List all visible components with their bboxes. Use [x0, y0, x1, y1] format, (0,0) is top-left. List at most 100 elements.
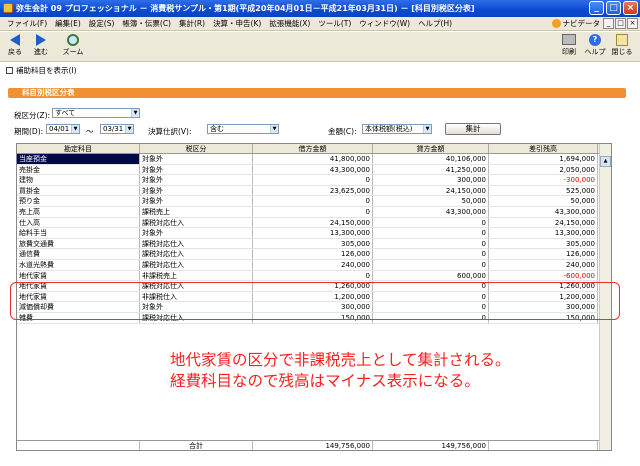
- table-row[interactable]: 旅費交通費 課税対応仕入 305,000 0 305,000: [17, 238, 611, 250]
- chevron-down-icon: ▼: [423, 125, 431, 133]
- col-debit[interactable]: 借方金額: [253, 144, 373, 153]
- annotation-line-2: 経費科目なので残高はマイナス表示になる。: [170, 372, 480, 390]
- closing-value: 含む: [210, 125, 224, 133]
- table-row[interactable]: 給料手当 対象外 13,300,000 0 13,300,000: [17, 228, 611, 239]
- cell-account: 預り金: [17, 196, 140, 206]
- col-credit[interactable]: 貸方金額: [373, 144, 489, 153]
- table-row[interactable]: 預り金 対象外 0 50,000 50,000: [17, 196, 611, 207]
- menu-window[interactable]: ウィンドウ(W): [355, 18, 414, 29]
- total-label: 合計: [140, 441, 253, 450]
- mdi-restore-button[interactable]: □: [615, 18, 626, 29]
- cell-tax-class: 課税売上: [140, 206, 253, 217]
- cell-account: 通信費: [17, 249, 140, 259]
- menu-edit[interactable]: 編集(E): [51, 18, 85, 29]
- cell-tax-class: 対象外: [140, 228, 253, 238]
- col-tax-class[interactable]: 税区分: [140, 144, 253, 153]
- close-window-button[interactable]: ×: [623, 1, 638, 15]
- scroll-up-icon[interactable]: ▲: [600, 156, 611, 167]
- table-row[interactable]: 建物 対象外 0 300,000 -300,000: [17, 175, 611, 186]
- printer-icon: [562, 34, 576, 45]
- total-credit: 149,756,000: [373, 441, 489, 450]
- table-row[interactable]: 水道光熱費 課税対応仕入 240,000 0 240,000: [17, 259, 611, 271]
- show-aux-label: 補助科目を表示(I): [16, 65, 77, 75]
- navi-label: ナビデータ: [562, 19, 601, 28]
- forward-label: 進む: [34, 48, 48, 56]
- table-row[interactable]: 当座預金 対象外 41,800,000 40,106,000 1,694,000: [17, 154, 611, 165]
- period-separator: 〜: [86, 127, 94, 136]
- cell-tax-class: 対象外: [140, 154, 253, 164]
- cell-debit: 41,800,000: [253, 154, 373, 164]
- cell-balance: 43,300,000: [489, 206, 598, 217]
- cell-credit: 0: [373, 259, 489, 270]
- cell-credit: 0: [373, 228, 489, 238]
- cell-account: 当座預金: [17, 154, 140, 164]
- cell-tax-class: 課税対応仕入: [140, 259, 253, 270]
- table-row[interactable]: 仕入高 課税対応仕入 24,150,000 0 24,150,000: [17, 217, 611, 229]
- annotation-note: 地代家賃の区分で非課税売上として集計される。 経費科目なので残高はマイナス表示に…: [170, 350, 511, 392]
- period-label: 期間(D):: [14, 127, 44, 136]
- menu-help[interactable]: ヘルプ(H): [414, 18, 456, 29]
- cell-debit: 0: [253, 196, 373, 206]
- help-button[interactable]: ? ヘルプ: [582, 34, 608, 57]
- table-header: 勘定科目 税区分 借方金額 貸方金額 差引残高: [17, 144, 611, 154]
- cell-debit: 126,000: [253, 249, 373, 259]
- menu-extensions[interactable]: 拡張機能(X): [265, 18, 314, 29]
- table-row[interactable]: 売掛金 対象外 43,300,000 41,250,000 2,050,000: [17, 164, 611, 176]
- cell-credit: 24,150,000: [373, 185, 489, 196]
- maximize-button[interactable]: □: [606, 1, 621, 15]
- cell-account: 売掛金: [17, 164, 140, 175]
- menu-file[interactable]: ファイル(F): [3, 18, 51, 29]
- cell-debit: 24,150,000: [253, 217, 373, 228]
- back-button[interactable]: 戻る: [2, 34, 28, 57]
- period-to-value: 03/31: [103, 125, 124, 133]
- aggregate-button[interactable]: 集計: [445, 123, 501, 135]
- show-aux-checkbox[interactable]: [6, 66, 13, 74]
- period-from-select[interactable]: 04/01 ▼: [46, 124, 80, 134]
- cell-credit: 40,106,000: [373, 154, 489, 164]
- total-row: 合計 149,756,000 149,756,000: [17, 440, 599, 450]
- menu-closing[interactable]: 決算・申告(K): [209, 18, 265, 29]
- cell-tax-class: 非課税売上: [140, 270, 253, 281]
- amount-label: 金額(C):: [328, 127, 357, 136]
- menu-aggregate[interactable]: 集計(R): [175, 18, 209, 29]
- period-to-select[interactable]: 03/31 ▼: [100, 124, 134, 134]
- table-row[interactable]: 売上高 課税売上 0 43,300,000 43,300,000: [17, 206, 611, 218]
- help-label: ヘルプ: [584, 48, 606, 56]
- cell-account: 旅費交通費: [17, 238, 140, 249]
- menu-ledger[interactable]: 帳簿・伝票(C): [118, 18, 175, 29]
- cell-balance: 525,000: [489, 185, 598, 196]
- chevron-down-icon: ▼: [131, 109, 139, 117]
- app-icon: [3, 3, 13, 13]
- menu-tools[interactable]: ツール(T): [314, 18, 355, 29]
- chevron-down-icon: ▼: [71, 125, 79, 133]
- cell-account: 買掛金: [17, 185, 140, 196]
- table-row[interactable]: 買掛金 対象外 23,625,000 24,150,000 525,000: [17, 185, 611, 197]
- table-row[interactable]: 地代家賃 非課税売上 0 600,000 -600,000: [17, 270, 611, 282]
- mdi-minimize-button[interactable]: _: [603, 18, 614, 29]
- mdi-close-button[interactable]: ×: [627, 18, 638, 29]
- amount-select[interactable]: 本体税額(税込) ▼: [362, 124, 432, 134]
- minimize-button[interactable]: _: [589, 1, 604, 15]
- period-from-value: 04/01: [49, 125, 70, 133]
- menu-settings[interactable]: 設定(S): [85, 18, 119, 29]
- zoom-button[interactable]: ズーム: [60, 34, 86, 57]
- print-button[interactable]: 印刷: [556, 34, 582, 57]
- table-row[interactable]: 通信費 課税対応仕入 126,000 0 126,000: [17, 249, 611, 260]
- cell-credit: 43,300,000: [373, 206, 489, 217]
- cell-debit: 240,000: [253, 259, 373, 270]
- closing-select[interactable]: 含む ▼: [207, 124, 279, 134]
- highlight-box: [10, 282, 620, 320]
- cell-balance: 305,000: [489, 238, 598, 249]
- close-label: 閉じる: [611, 48, 633, 56]
- forward-button[interactable]: 進む: [28, 34, 54, 57]
- col-balance[interactable]: 差引残高: [489, 144, 598, 153]
- cell-balance: 2,050,000: [489, 164, 598, 175]
- cell-credit: 0: [373, 249, 489, 259]
- chevron-down-icon: ▼: [125, 125, 133, 133]
- cell-debit: 43,300,000: [253, 164, 373, 175]
- col-account[interactable]: 勘定科目: [17, 144, 140, 153]
- close-door-icon: [616, 34, 628, 46]
- tax-class-select[interactable]: すべて ▼: [52, 108, 140, 118]
- cell-balance: 126,000: [489, 249, 598, 259]
- close-button[interactable]: 閉じる: [609, 34, 635, 57]
